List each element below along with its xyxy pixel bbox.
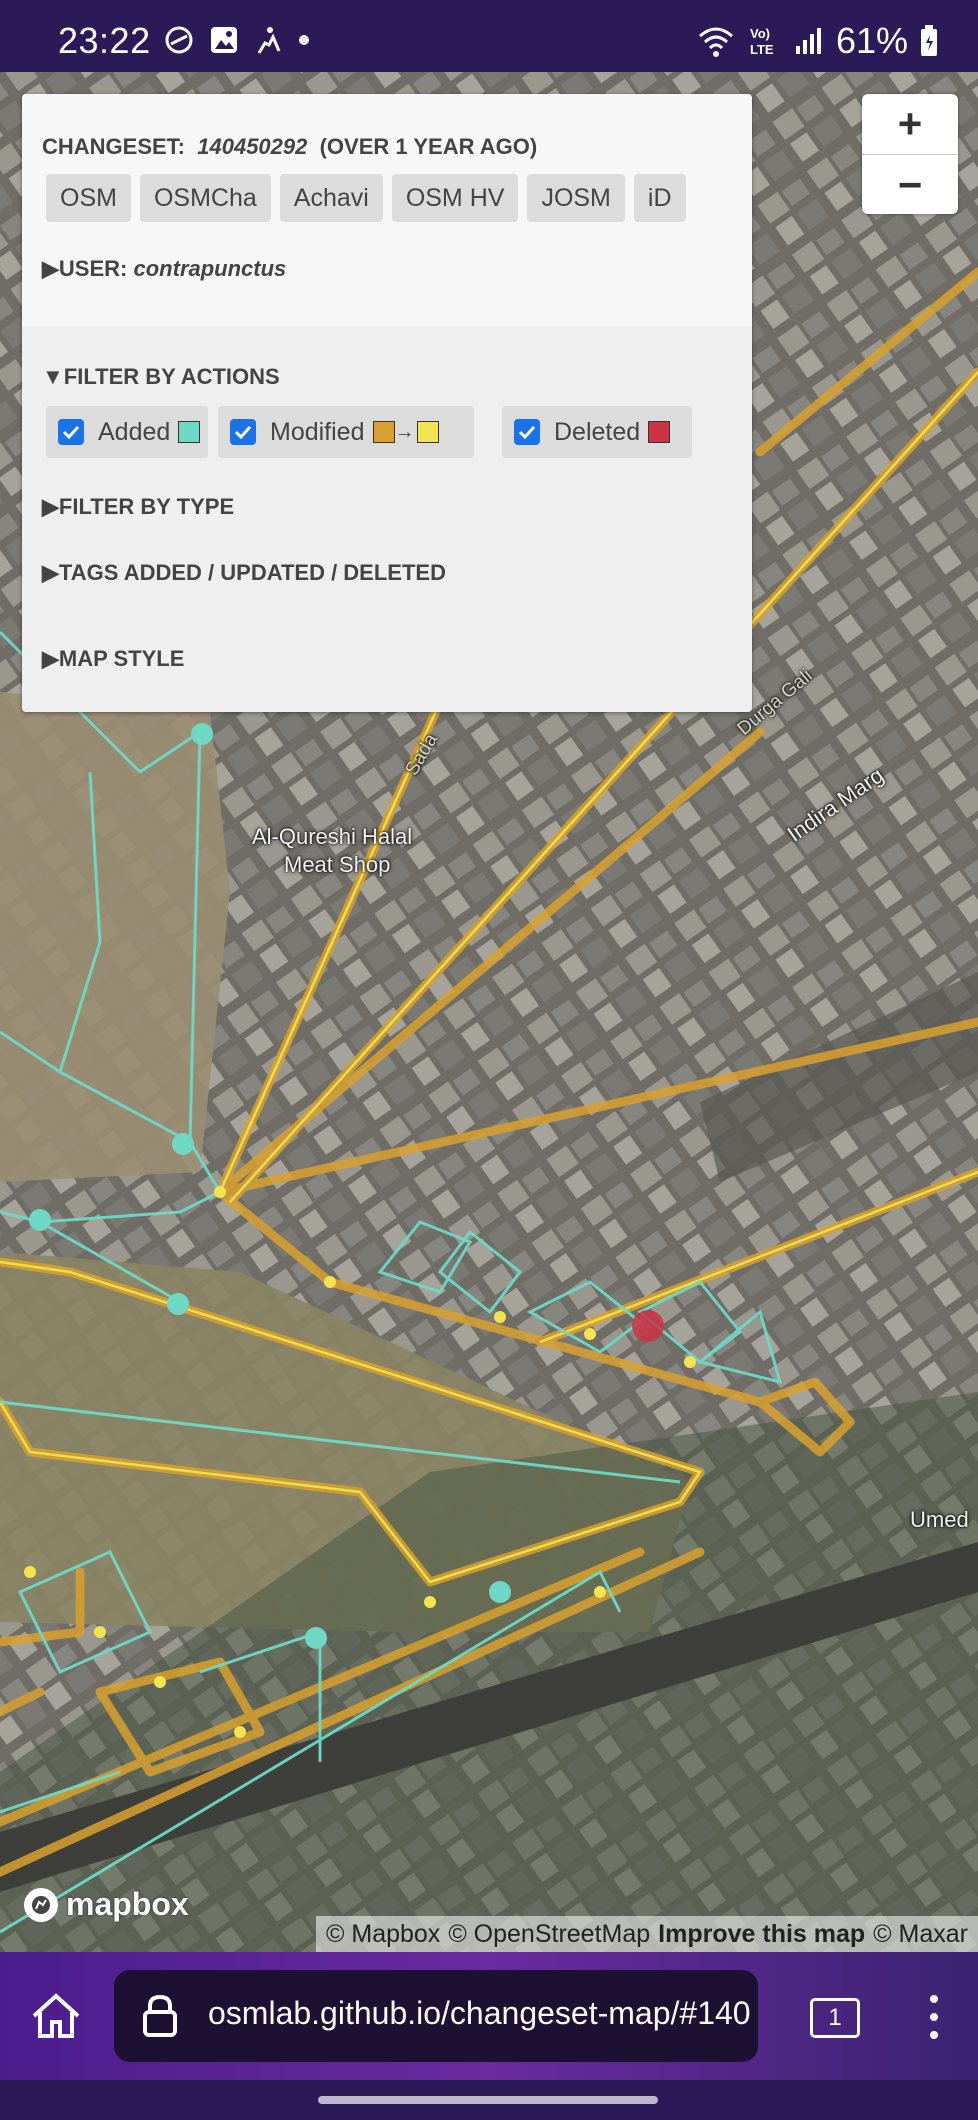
status-bar: 23:22 Vo) LTE 61% xyxy=(0,0,978,72)
signal-icon xyxy=(795,28,821,54)
changeset-id: 140450292 xyxy=(197,134,308,159)
svg-text:LTE: LTE xyxy=(750,42,774,57)
modified-checkbox[interactable] xyxy=(230,419,256,445)
filter-deleted[interactable]: Deleted xyxy=(502,406,692,458)
browser-toolbar: osmlab.github.io/changeset-map/#140 1 xyxy=(0,1952,978,2080)
deleted-label: Deleted xyxy=(554,417,641,446)
attribution-osm[interactable]: © OpenStreetMap xyxy=(448,1920,650,1949)
filter-modified[interactable]: Modified → xyxy=(218,406,474,458)
system-indicators: Vo) LTE 61% xyxy=(696,20,938,62)
mapbox-mark-icon xyxy=(24,1887,58,1922)
user-name: contrapunctus xyxy=(133,256,287,281)
map-attribution: © Mapbox © OpenStreetMap Improve this ma… xyxy=(316,1916,978,1952)
notification-icons xyxy=(163,24,311,56)
modified-arrow: → xyxy=(394,420,415,443)
improve-map-link[interactable]: Improve this map xyxy=(658,1920,865,1949)
filter-type-toggle[interactable]: ▶FILTER BY TYPE xyxy=(42,494,234,520)
external-links: OSM OSMCha Achavi OSM HV JOSM iD xyxy=(46,174,686,222)
changeset-label: CHANGESET: xyxy=(42,134,186,159)
modified-new-swatch xyxy=(416,421,439,443)
address-bar[interactable]: osmlab.github.io/changeset-map/#140 xyxy=(114,1970,758,2062)
user-toggle[interactable]: ▶USER: contrapunctus xyxy=(42,256,286,282)
deleted-swatch xyxy=(648,421,671,443)
tabs-button[interactable]: 1 xyxy=(810,1998,860,2038)
josm-button[interactable]: JOSM xyxy=(527,174,625,222)
place-label-umed: Umed xyxy=(910,1507,969,1532)
more-menu-icon[interactable] xyxy=(924,1992,944,2042)
added-swatch xyxy=(178,421,201,443)
osm-button[interactable]: OSM xyxy=(46,174,131,222)
battery-percent: 61% xyxy=(835,20,908,61)
svg-text:Vo): Vo) xyxy=(750,26,770,41)
poi-label-line1: Al-Qureshi Halal xyxy=(252,824,413,849)
mapbox-logo[interactable]: mapbox xyxy=(24,1886,189,1923)
volte-icon: Vo)LTE xyxy=(750,26,774,57)
system-nav-bar xyxy=(0,2080,978,2120)
gallery-icon xyxy=(211,27,237,53)
added-label: Added xyxy=(98,417,171,446)
battery-icon xyxy=(921,25,937,56)
attribution-mapbox[interactable]: © Mapbox xyxy=(326,1920,440,1949)
home-gesture-pill[interactable] xyxy=(318,2096,658,2104)
deleted-node-marker[interactable] xyxy=(632,1310,664,1342)
achavi-button[interactable]: Achavi xyxy=(279,174,383,222)
id-editor-button[interactable]: iD xyxy=(633,174,686,222)
changeset-header: CHANGESET: 140450292 (OVER 1 YEAR AGO) O… xyxy=(22,94,752,326)
tags-toggle[interactable]: ▶TAGS ADDED / UPDATED / DELETED xyxy=(42,560,446,586)
dot-icon xyxy=(299,35,309,45)
mapbox-logo-text: mapbox xyxy=(66,1886,189,1922)
filter-added[interactable]: Added xyxy=(46,406,208,458)
modified-old-swatch xyxy=(372,421,395,443)
zoom-in-button[interactable]: + xyxy=(862,94,958,154)
home-icon[interactable] xyxy=(30,1992,82,2040)
url-text: osmlab.github.io/changeset-map/#140 xyxy=(208,1995,751,2031)
vpn-icon xyxy=(165,26,193,54)
user-label: ▶USER: xyxy=(42,256,128,281)
zoom-control: + − xyxy=(862,94,958,214)
deleted-checkbox[interactable] xyxy=(514,419,540,445)
tab-count: 1 xyxy=(828,2004,842,2031)
osm-hv-button[interactable]: OSM HV xyxy=(391,174,519,222)
filter-actions-toggle[interactable]: ▼FILTER BY ACTIONS xyxy=(42,364,280,390)
changeset-title: CHANGESET: 140450292 (OVER 1 YEAR AGO) xyxy=(42,134,537,160)
changeset-age: (OVER 1 YEAR AGO) xyxy=(319,134,538,159)
changeset-panel: CHANGESET: 140450292 (OVER 1 YEAR AGO) O… xyxy=(22,94,752,712)
added-checkbox[interactable] xyxy=(58,419,84,445)
poi-label-line2: Meat Shop xyxy=(284,852,391,877)
wifi-icon xyxy=(698,27,733,57)
lock-icon[interactable] xyxy=(142,1994,178,2038)
activity-icon xyxy=(257,27,281,54)
attribution-maxar[interactable]: © Maxar xyxy=(873,1920,968,1949)
clock: 23:22 xyxy=(58,20,151,61)
modified-label: Modified xyxy=(270,417,365,446)
map-style-toggle[interactable]: ▶MAP STYLE xyxy=(42,646,184,672)
osmcha-button[interactable]: OSMCha xyxy=(139,174,271,222)
zoom-out-button[interactable]: − xyxy=(862,154,958,215)
